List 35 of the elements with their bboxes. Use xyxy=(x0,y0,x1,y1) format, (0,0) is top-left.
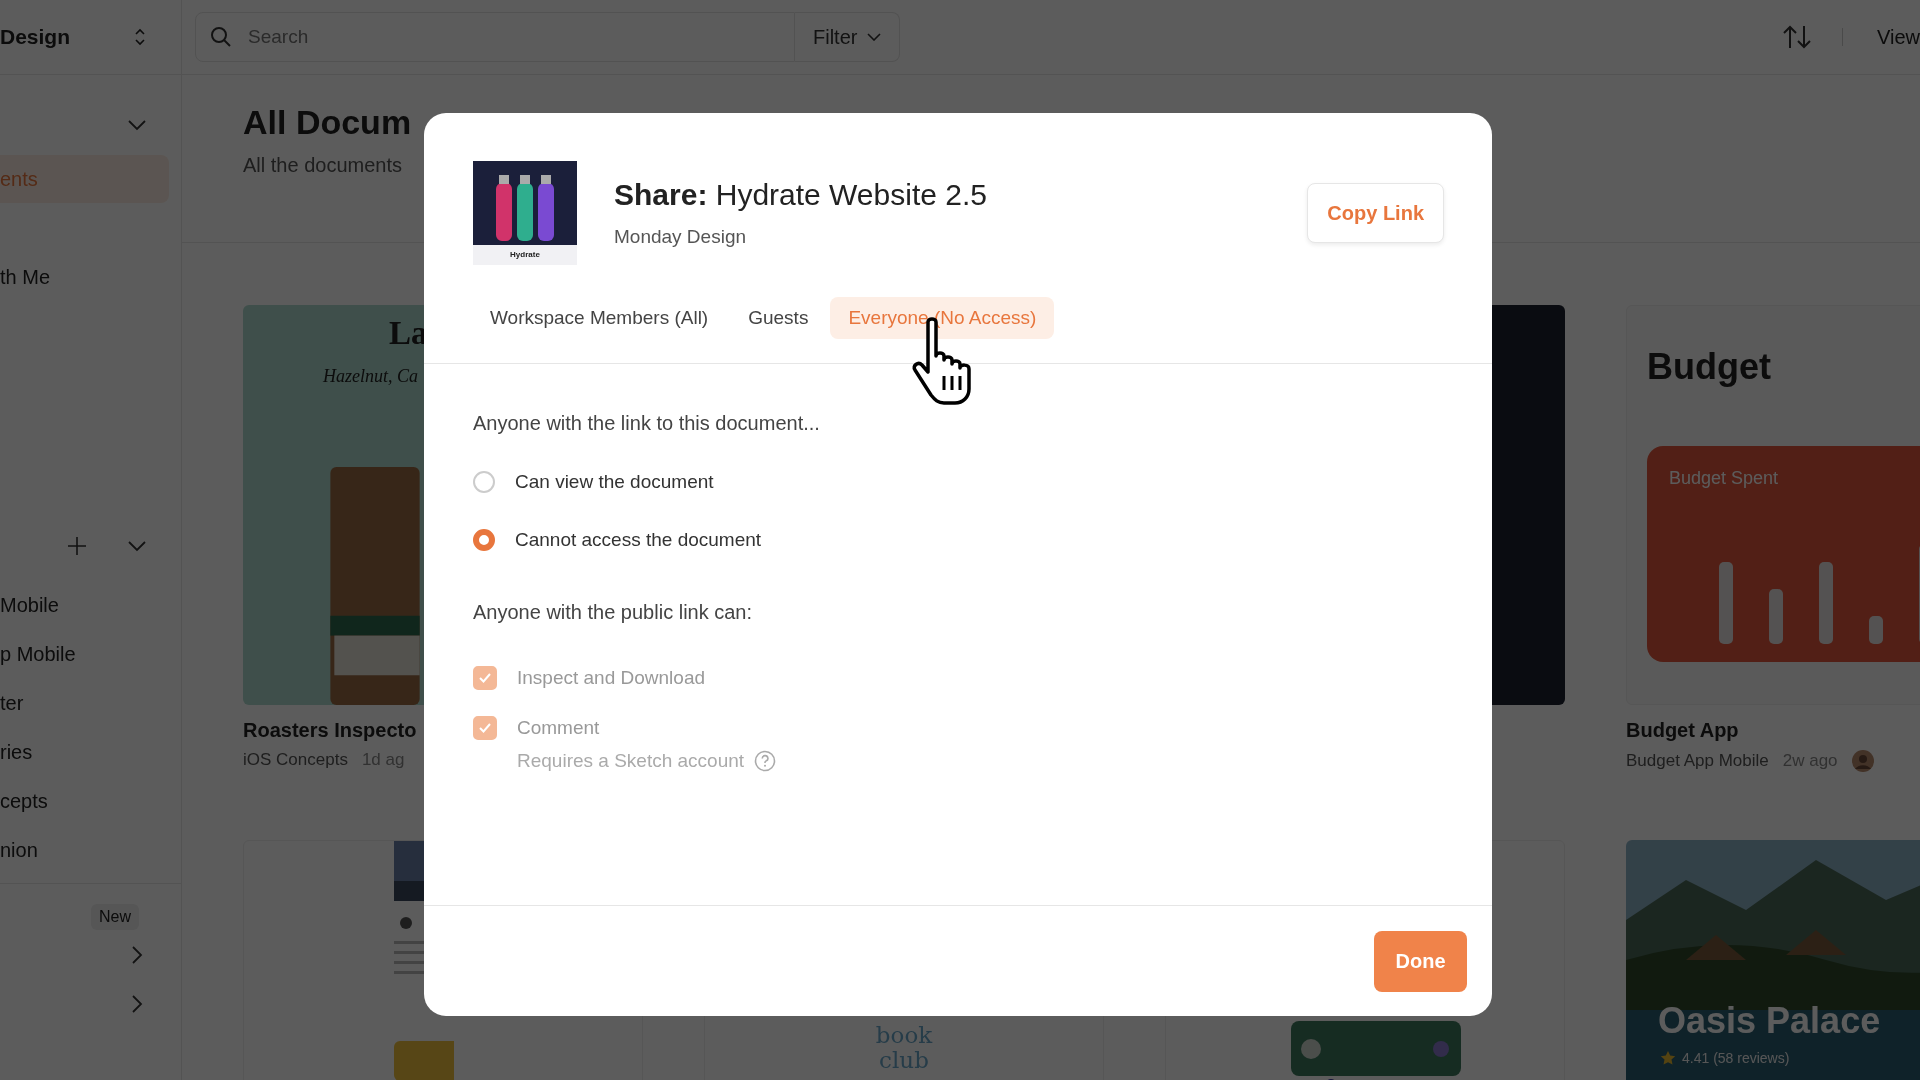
view-menu[interactable]: View xyxy=(1877,25,1920,49)
project-item[interactable]: nion xyxy=(0,826,181,875)
thumbnail-label: Hydrate xyxy=(473,245,577,265)
sidebar-item[interactable]: th Me xyxy=(0,253,169,301)
new-badge: New xyxy=(91,904,139,930)
workspace-name: Monday Design xyxy=(614,226,748,248)
dialog-title: Share: Hydrate Website 2.5 xyxy=(614,178,988,212)
project-item[interactable]: ter xyxy=(0,679,181,728)
sidebar-item[interactable]: ents xyxy=(0,155,169,203)
project-name: Budget App Mobile xyxy=(1626,751,1769,771)
rating-text: 4.41 (58 reviews) xyxy=(1682,1050,1790,1066)
section-heading: Anyone with the public link can: xyxy=(473,601,754,624)
workspace-name[interactable]: Design xyxy=(0,25,70,49)
project-name: iOS Concepts xyxy=(243,750,348,770)
filter-button[interactable]: Filter xyxy=(795,12,901,62)
document-thumbnail[interactable]: Budget Budget Spent xyxy=(1626,305,1920,705)
thumbnail-title: Budget xyxy=(1647,346,1772,388)
section-heading: Anyone with the link to this document... xyxy=(473,412,821,435)
tab[interactable]: Guests xyxy=(730,297,827,339)
document-title[interactable]: Budget App xyxy=(1626,719,1920,742)
option-label[interactable]: Can view the document xyxy=(515,471,714,493)
done-button[interactable]: Done xyxy=(1374,930,1467,992)
project-item[interactable]: Mobile xyxy=(0,581,181,630)
tab[interactable]: Workspace Members (All) xyxy=(472,297,727,339)
page-title: All Docum xyxy=(243,103,413,142)
thumbnail-subtitle: Hazelnut, Ca xyxy=(323,366,418,387)
option-label[interactable]: Cannot access the document xyxy=(515,529,762,551)
copy-link-button[interactable]: Copy Link xyxy=(1307,183,1444,243)
project-item[interactable]: cepts xyxy=(0,777,181,826)
note-text: Requires a Sketch account xyxy=(517,750,745,772)
panel-title: Budget Spent xyxy=(1669,468,1779,489)
thumbnail-title: Oasis Palace xyxy=(1658,1000,1881,1042)
project-item[interactable]: ries xyxy=(0,728,181,777)
page-subtitle: All the documents xyxy=(243,154,403,177)
project-item[interactable]: p Mobile xyxy=(0,630,181,679)
